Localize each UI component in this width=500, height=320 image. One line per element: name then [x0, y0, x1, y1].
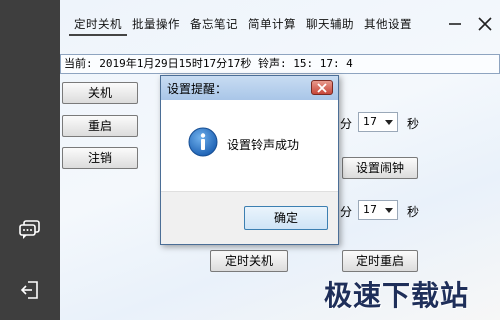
minimize-icon[interactable] [440, 9, 470, 39]
logoff-button[interactable]: 注销 [62, 147, 138, 169]
tab-memo-notes[interactable]: 备忘笔记 [185, 12, 243, 36]
close-icon[interactable] [470, 9, 500, 39]
tab-other-settings[interactable]: 其他设置 [359, 12, 417, 36]
chat-icon[interactable] [18, 218, 42, 242]
tab-batch-operations[interactable]: 批量操作 [127, 12, 185, 36]
seconds-value-2: 17 [363, 203, 377, 216]
tab-timed-shutdown[interactable]: 定时关机 [69, 12, 127, 36]
dialog-footer: 确定 [161, 191, 338, 244]
seconds-select-2[interactable]: 17 [358, 200, 398, 220]
close-icon [317, 82, 327, 93]
dialog-close-button[interactable] [311, 80, 333, 95]
dialog-message: 设置铃声成功 [227, 138, 300, 152]
left-rail [0, 0, 60, 320]
dialog-title: 设置提醒： [167, 82, 228, 96]
tab-bar: 定时关机 批量操作 备忘笔记 简单计算 聊天辅助 其他设置 [60, 0, 440, 48]
minute-label: 分 [340, 117, 353, 131]
ok-button[interactable]: 确定 [244, 206, 328, 230]
info-icon [188, 127, 218, 157]
seconds-label: 秒 [407, 117, 420, 131]
restart-button[interactable]: 重启 [62, 115, 138, 137]
seconds-label-2: 秒 [407, 205, 420, 219]
seconds-value: 17 [363, 115, 377, 128]
status-bar: 当前: 2019年1月29日15时17分17秒 铃声: 15: 17: 4 [60, 54, 500, 74]
minute-label-2: 分 [340, 205, 353, 219]
seconds-select[interactable]: 17 [358, 112, 398, 132]
timed-shutdown-button[interactable]: 定时关机 [210, 250, 288, 272]
dialog-title-bar[interactable]: 设置提醒： [161, 76, 338, 100]
watermark-logo: 极速下载站 [324, 279, 470, 312]
set-alarm-button[interactable]: 设置闹钟 [342, 157, 418, 179]
shutdown-button[interactable]: 关机 [62, 82, 138, 104]
timed-restart-button[interactable]: 定时重启 [342, 250, 418, 272]
tab-simple-calc[interactable]: 简单计算 [243, 12, 301, 36]
tab-chat-assist[interactable]: 聊天辅助 [301, 12, 359, 36]
chevron-down-icon[interactable] [385, 208, 393, 213]
chevron-down-icon[interactable] [385, 120, 393, 125]
settings-reminder-dialog: 设置提醒： 设置铃声成功 确定 [160, 75, 339, 245]
window-controls [440, 0, 500, 48]
exit-icon[interactable] [18, 278, 42, 302]
